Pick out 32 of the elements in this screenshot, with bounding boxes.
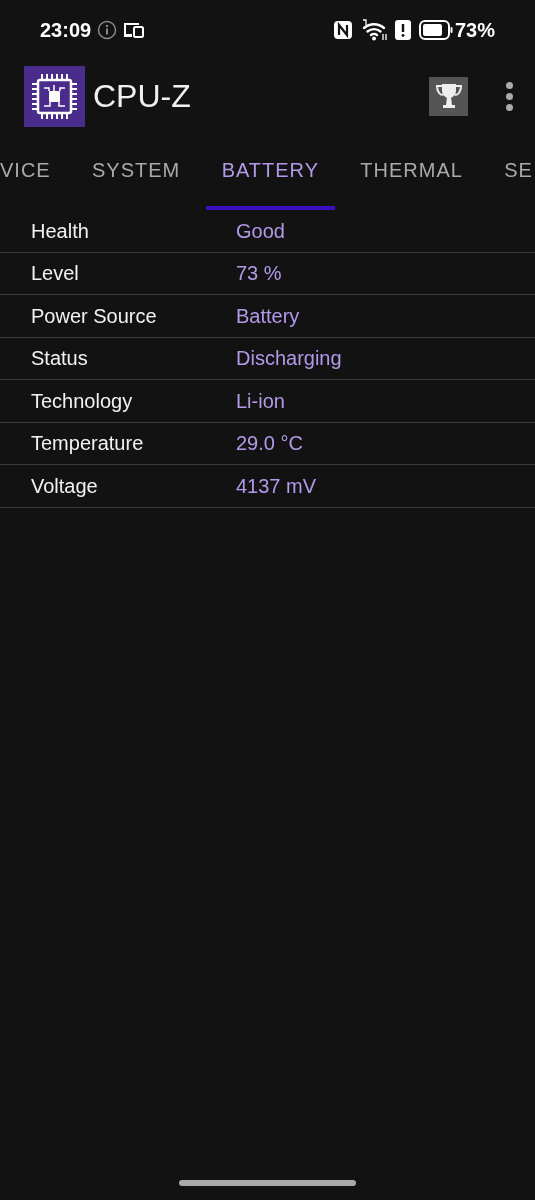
property-value: Battery	[236, 303, 300, 329]
wifi-icon	[360, 19, 389, 41]
app-title: CPU-Z	[93, 77, 191, 116]
property-label: Voltage	[31, 473, 99, 499]
tab[interactable]: VICE	[0, 134, 67, 210]
battery-icon	[418, 20, 453, 40]
property-label: Health	[31, 218, 90, 244]
info-icon	[97, 20, 118, 40]
nfc-icon	[332, 20, 353, 40]
chip-logo-icon	[24, 65, 85, 127]
property-value: 73 %	[236, 261, 282, 287]
tab[interactable]: SE	[488, 134, 535, 210]
devices-icon	[123, 21, 146, 39]
trophy-icon	[433, 81, 464, 111]
property-label: Level	[31, 261, 80, 287]
property-value: 29.0 °C	[236, 431, 303, 457]
status-time: 23:09	[40, 18, 92, 43]
tab[interactable]: BATTERY	[205, 134, 335, 210]
property-value: Li-ion	[236, 388, 285, 414]
property-value: 4137 mV	[236, 473, 317, 499]
property-label: Status	[31, 346, 89, 372]
tab[interactable]: SYSTEM	[76, 134, 197, 210]
property-value: Good	[236, 218, 285, 244]
battery-percent: 73%	[454, 18, 495, 43]
property-value: Discharging	[236, 346, 342, 372]
trophy-button[interactable]	[429, 76, 468, 116]
property-label: Technology	[31, 388, 134, 414]
property-label: Temperature	[31, 431, 145, 457]
tab[interactable]: THERMAL	[344, 134, 479, 210]
more-menu-icon[interactable]	[506, 81, 513, 111]
property-label: Power Source	[31, 303, 158, 329]
alert-icon	[394, 20, 411, 40]
